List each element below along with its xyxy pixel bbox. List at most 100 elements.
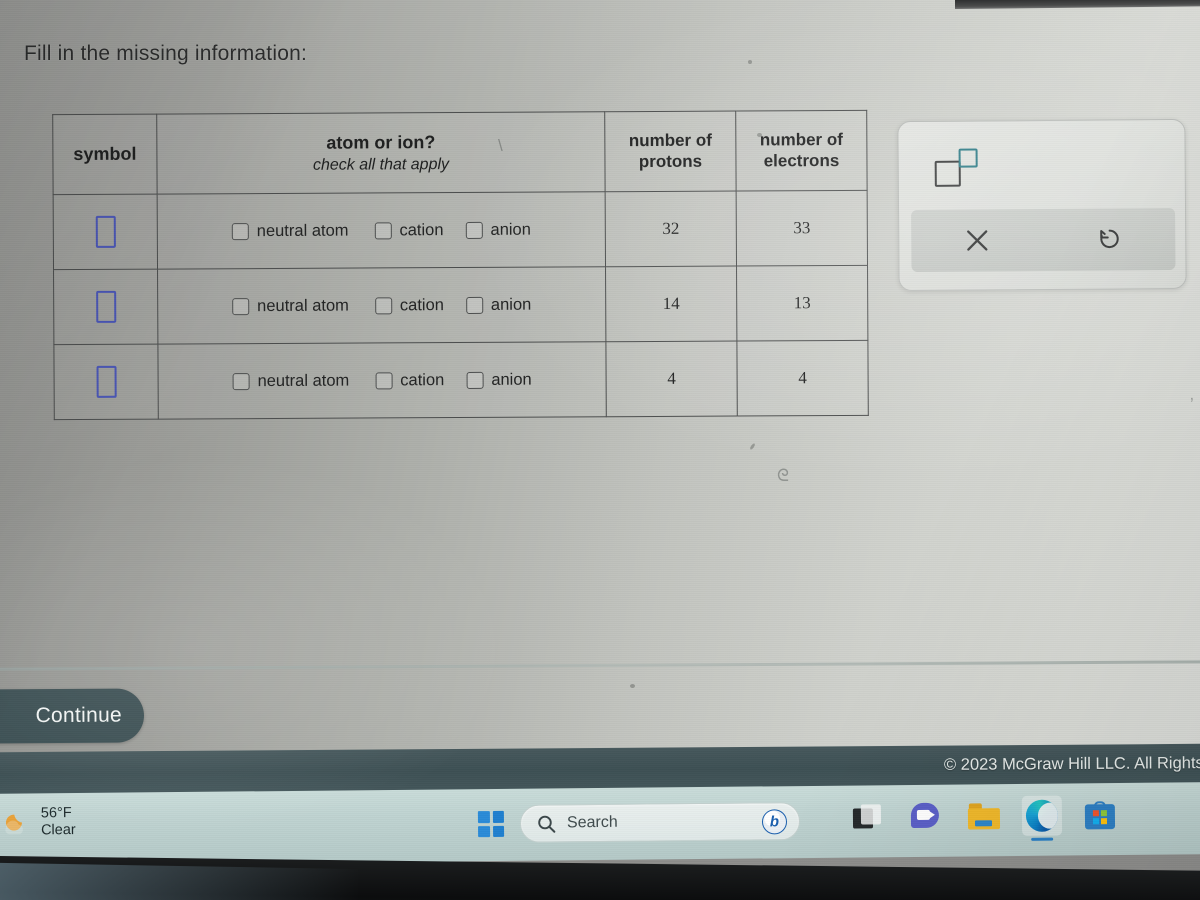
cell-electrons-row3: 4 <box>736 340 869 417</box>
store-icon <box>1084 801 1116 830</box>
option-cation-row1[interactable]: cation <box>374 220 444 240</box>
cell-protons-row2: 14 <box>605 266 737 342</box>
cell-symbol-row2 <box>53 269 158 345</box>
symbol-input-row2[interactable] <box>95 290 116 323</box>
folder-icon <box>967 803 1001 830</box>
header-number-of-electrons: number of electrons <box>735 110 868 192</box>
option-neutral-atom-row2[interactable]: neutral atom <box>232 296 349 316</box>
smudge-mark: \ <box>498 136 503 155</box>
cell-symbol-row1 <box>53 194 158 270</box>
header-protons-line1: number of <box>628 130 712 150</box>
taskbar-app-icons <box>848 795 1120 838</box>
checkbox-icon[interactable] <box>231 222 249 240</box>
continue-button[interactable]: Continue <box>0 688 145 744</box>
cell-options-row1: neutral atom cation anion <box>157 191 606 270</box>
copyright-text: © 2023 McGraw Hill LLC. All Rights <box>944 754 1200 774</box>
checkbox-icon[interactable] <box>374 296 392 314</box>
option-label: neutral atom <box>257 371 350 390</box>
option-anion-row3[interactable]: anion <box>466 370 532 389</box>
bing-chat-icon[interactable]: b <box>761 808 788 834</box>
header-symbol: symbol <box>52 114 158 195</box>
superscript-box-icon <box>958 148 978 168</box>
superscript-button[interactable] <box>934 148 991 190</box>
taskbar-center-group: Search b <box>477 802 801 843</box>
dust-speck <box>748 60 752 64</box>
option-label: anion <box>490 295 532 314</box>
option-label: cation <box>399 220 444 239</box>
page-title: Fill in the missing information: <box>24 42 307 65</box>
header-atom-or-ion-title: atom or ion? <box>326 131 436 153</box>
photographed-screen: Fill in the missing information: symbol … <box>0 0 1200 900</box>
option-label: cation <box>399 295 444 314</box>
ion-table: symbol atom or ion? check all that apply… <box>52 109 869 421</box>
windows-taskbar: 56°F Clear Search b <box>0 782 1200 866</box>
symbol-input-row3[interactable] <box>96 365 117 398</box>
continue-button-label: Continue <box>35 703 123 728</box>
checkbox-icon[interactable] <box>466 371 484 389</box>
weather-temperature: 56°F <box>40 805 72 822</box>
dust-speck <box>630 684 635 688</box>
close-icon <box>967 230 988 251</box>
symbol-input-row1[interactable] <box>95 215 116 248</box>
moon-icon <box>2 808 32 838</box>
content-divider <box>0 660 1200 671</box>
base-box-icon <box>934 160 961 187</box>
table-row: neutral atom cation anion <box>53 340 869 420</box>
clear-button[interactable] <box>911 227 1043 254</box>
option-cation-row3[interactable]: cation <box>375 371 444 390</box>
table-body: neutral atom cation anion 32 33 neutral … <box>53 190 869 420</box>
weather-condition: Clear <box>40 822 76 839</box>
question-table-wrapper: symbol atom or ion? check all that apply… <box>52 109 869 421</box>
smudge-mark: ʼ <box>1190 395 1194 414</box>
option-neutral-atom-row1[interactable]: neutral atom <box>231 221 349 241</box>
option-anion-row2[interactable]: anion <box>465 295 532 314</box>
option-anion-row1[interactable]: anion <box>465 220 531 239</box>
windows-start-icon[interactable] <box>477 810 505 838</box>
monitor-bezel-glow <box>0 862 360 900</box>
checkbox-icon[interactable] <box>232 297 250 315</box>
tool-action-bar <box>911 207 1176 273</box>
page-content: Fill in the missing information: symbol … <box>0 0 1200 900</box>
search-input[interactable]: Search b <box>519 802 801 843</box>
table-row: neutral atom cation anion <box>53 265 868 345</box>
microsoft-store-button[interactable] <box>1080 795 1120 835</box>
option-label: anion <box>490 220 531 239</box>
search-icon <box>538 815 556 833</box>
option-label: anion <box>491 370 532 389</box>
cell-electrons-row1: 33 <box>736 190 868 267</box>
weather-widget[interactable]: 56°F Clear <box>2 805 76 840</box>
smudge-mark: ᘓ <box>777 466 789 485</box>
file-explorer-button[interactable] <box>964 796 1004 836</box>
header-number-of-protons: number of protons <box>604 111 737 192</box>
undo-button[interactable] <box>1043 225 1175 254</box>
header-atom-or-ion-subtitle: check all that apply <box>312 155 450 174</box>
header-electrons-line2: electrons <box>763 150 840 170</box>
dust-speck <box>757 133 762 137</box>
task-view-icon <box>852 804 883 830</box>
option-neutral-atom-row3[interactable]: neutral atom <box>232 371 349 391</box>
edge-icon <box>1025 799 1059 832</box>
header-protons-line2: protons <box>638 151 703 171</box>
table-header-row: symbol atom or ion? check all that apply… <box>52 110 868 195</box>
cell-protons-row1: 32 <box>605 191 737 267</box>
option-label: neutral atom <box>257 296 349 315</box>
search-placeholder-text: Search <box>566 813 618 832</box>
cell-protons-row3: 4 <box>605 341 738 417</box>
undo-icon <box>1100 229 1119 249</box>
option-label: cation <box>400 370 445 389</box>
cell-symbol-row3 <box>53 344 159 420</box>
cell-electrons-row2: 13 <box>736 265 868 342</box>
header-atom-or-ion: atom or ion? check all that apply <box>156 111 606 195</box>
checkbox-icon[interactable] <box>465 221 483 239</box>
checkbox-icon[interactable] <box>465 296 483 314</box>
edge-button[interactable] <box>1021 795 1063 836</box>
checkbox-icon[interactable] <box>375 371 393 389</box>
option-label: neutral atom <box>256 221 349 240</box>
checkbox-icon[interactable] <box>374 221 392 239</box>
chat-button[interactable] <box>906 797 946 837</box>
option-cation-row2[interactable]: cation <box>374 295 444 315</box>
chat-icon <box>910 802 941 831</box>
superscript-tool-panel <box>897 118 1187 292</box>
checkbox-icon[interactable] <box>232 372 250 390</box>
task-view-button[interactable] <box>848 797 888 837</box>
